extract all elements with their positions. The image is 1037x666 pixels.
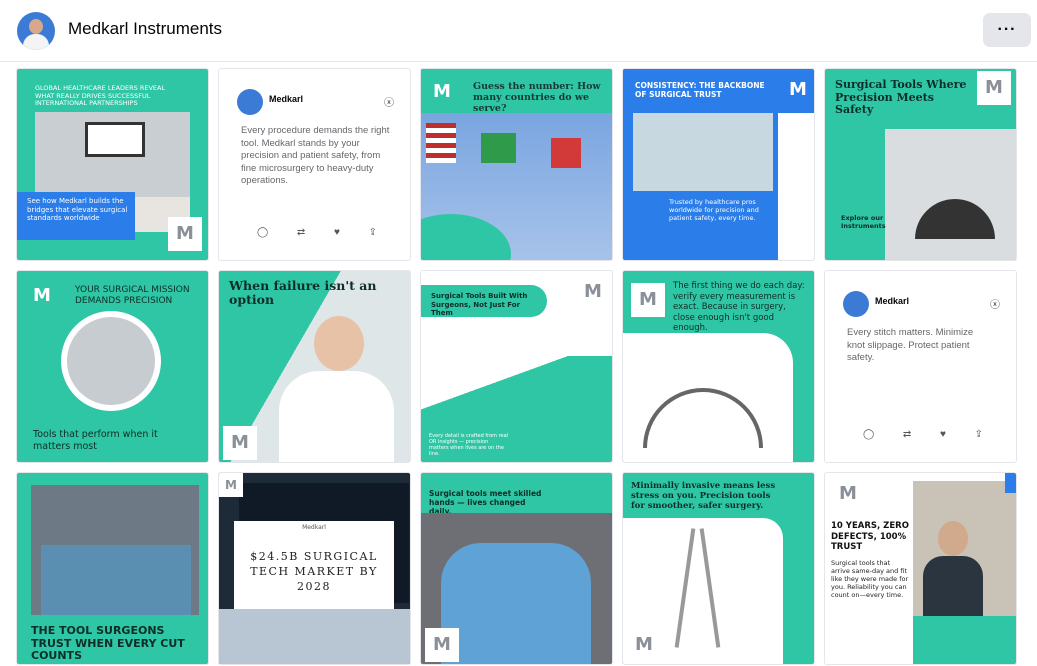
medkarl-logo-icon: M (168, 217, 202, 251)
post-title: $24.5B SURGICAL TECH MARKET BY 2028 (250, 550, 378, 593)
heart-icon: ♥ (939, 429, 946, 440)
post-tile[interactable]: M 10 YEARS, ZERO DEFECTS, 100% TRUST Sur… (824, 472, 1017, 665)
tweet-actions: ◯ ⇄ ♥ ⇪ (863, 429, 983, 440)
share-icon: ⇪ (974, 429, 983, 440)
medkarl-logo-icon: M (223, 426, 257, 460)
post-title: Surgical tools meet skilled hands — live… (429, 489, 542, 516)
post-tile[interactable]: Medkarl ⓧ Every procedure demands the ri… (218, 68, 411, 261)
post-tile[interactable]: M Guess the number: How many countries d… (420, 68, 613, 261)
operating-room-photo (31, 485, 199, 615)
more-options-button[interactable]: ··· (983, 13, 1031, 47)
post-title: Surgical Tools Where Precision Meets Saf… (835, 78, 967, 116)
post-tile[interactable]: Minimally invasive means less stress on … (622, 472, 815, 665)
post-tile[interactable]: M Medkarl $24.5B SURGICAL TECH MARKET BY… (218, 472, 411, 665)
post-tile[interactable]: THE TOOL SURGEONS TRUST WHEN EVERY CUT C… (16, 472, 209, 665)
page-avatar[interactable] (17, 12, 55, 50)
post-caption: Tools that perform when it matters most (33, 429, 158, 452)
medkarl-logo-icon: M (425, 628, 459, 662)
retweet-icon: ⇄ (296, 227, 306, 238)
reply-icon: ◯ (257, 227, 269, 238)
x-logo-icon: ⓧ (990, 300, 1000, 311)
tweet-body: Every stitch matters. Minimize knot slip… (847, 327, 974, 363)
post-tile[interactable]: M YOUR SURGICAL MISSION DEMANDS PRECISIO… (16, 270, 209, 463)
post-tile[interactable]: Surgical tools meet skilled hands — live… (420, 472, 613, 665)
post-brand: Medkarl (302, 524, 326, 531)
medkarl-avatar (237, 89, 263, 115)
post-tile[interactable]: GLOBAL HEALTHCARE LEADERS REVEAL WHAT RE… (16, 68, 209, 261)
post-tile[interactable]: Medkarl ⓧ Every stitch matters. Minimize… (824, 270, 1017, 463)
post-title: Surgical Tools Built With Surgeons, Not … (421, 285, 547, 317)
retweet-icon: ⇄ (902, 429, 912, 440)
post-tile[interactable]: Surgical Tools Where Precision Meets Saf… (824, 68, 1017, 261)
post-title: Minimally invasive means less stress on … (631, 481, 776, 511)
businessman-photo (913, 481, 1016, 616)
post-caption: Trusted by healthcare pros worldwide for… (669, 198, 759, 222)
medkarl-logo-icon: M (977, 71, 1011, 105)
reply-icon: ◯ (863, 429, 875, 440)
post-caption: Explore our Instruments (841, 214, 886, 230)
tweet-actions: ◯ ⇄ ♥ ⇪ (257, 227, 377, 238)
post-title: The first thing we do each day: verify e… (673, 281, 805, 333)
post-caption: See how Medkarl builds the bridges that … (17, 192, 135, 240)
post-title: CONSISTENCY: THE BACKBONE OF SURGICAL TR… (635, 81, 765, 99)
post-tile[interactable]: M The first thing we do each day: verify… (622, 270, 815, 463)
share-icon: ⇪ (368, 227, 377, 238)
medkarl-logo-icon: M (425, 75, 459, 109)
instrument-photo (623, 333, 793, 462)
medkarl-logo-icon: M (781, 73, 814, 107)
medkarl-logo-icon: M (219, 473, 243, 497)
instruments-photo (633, 113, 773, 191)
post-title: THE TOOL SURGEONS TRUST WHEN EVERY CUT C… (31, 624, 185, 662)
post-title: GLOBAL HEALTHCARE LEADERS REVEAL WHAT RE… (35, 84, 166, 107)
medkarl-logo-icon: M (831, 477, 865, 511)
tweet-author: Medkarl (269, 94, 304, 104)
post-caption: Surgical tools that arrive same-day and … (831, 559, 909, 599)
post-title: When failure isn't an option (229, 278, 377, 307)
tweet-body: Every procedure demands the right tool. … (241, 125, 390, 186)
post-tile[interactable]: CONSISTENCY: THE BACKBONE OF SURGICAL TR… (622, 68, 815, 261)
x-logo-icon: ⓧ (384, 98, 394, 109)
tweet-author: Medkarl (875, 296, 910, 306)
page-header: Medkarl Instruments ··· (0, 0, 1037, 62)
post-tile[interactable]: When failure isn't an option M (218, 270, 411, 463)
post-tile[interactable]: Surgical Tools Built With Surgeons, Not … (420, 270, 613, 463)
medkarl-logo-icon: M (627, 628, 661, 662)
medkarl-avatar (843, 291, 869, 317)
scissors-photo (61, 311, 161, 411)
page-name[interactable]: Medkarl Instruments (68, 19, 222, 39)
heart-icon: ♥ (333, 227, 340, 238)
post-caption: Every detail is crafted from real OR ins… (429, 433, 509, 457)
glove-photo (885, 129, 1016, 260)
post-title: Guess the number: How many countries do … (473, 81, 601, 114)
post-title: YOUR SURGICAL MISSION DEMANDS PRECISION (75, 285, 190, 306)
medkarl-logo-icon: M (576, 275, 610, 309)
post-title: 10 YEARS, ZERO DEFECTS, 100% TRUST (831, 521, 909, 552)
medkarl-logo-icon: M (25, 279, 59, 313)
medkarl-logo-icon: M (631, 283, 665, 317)
